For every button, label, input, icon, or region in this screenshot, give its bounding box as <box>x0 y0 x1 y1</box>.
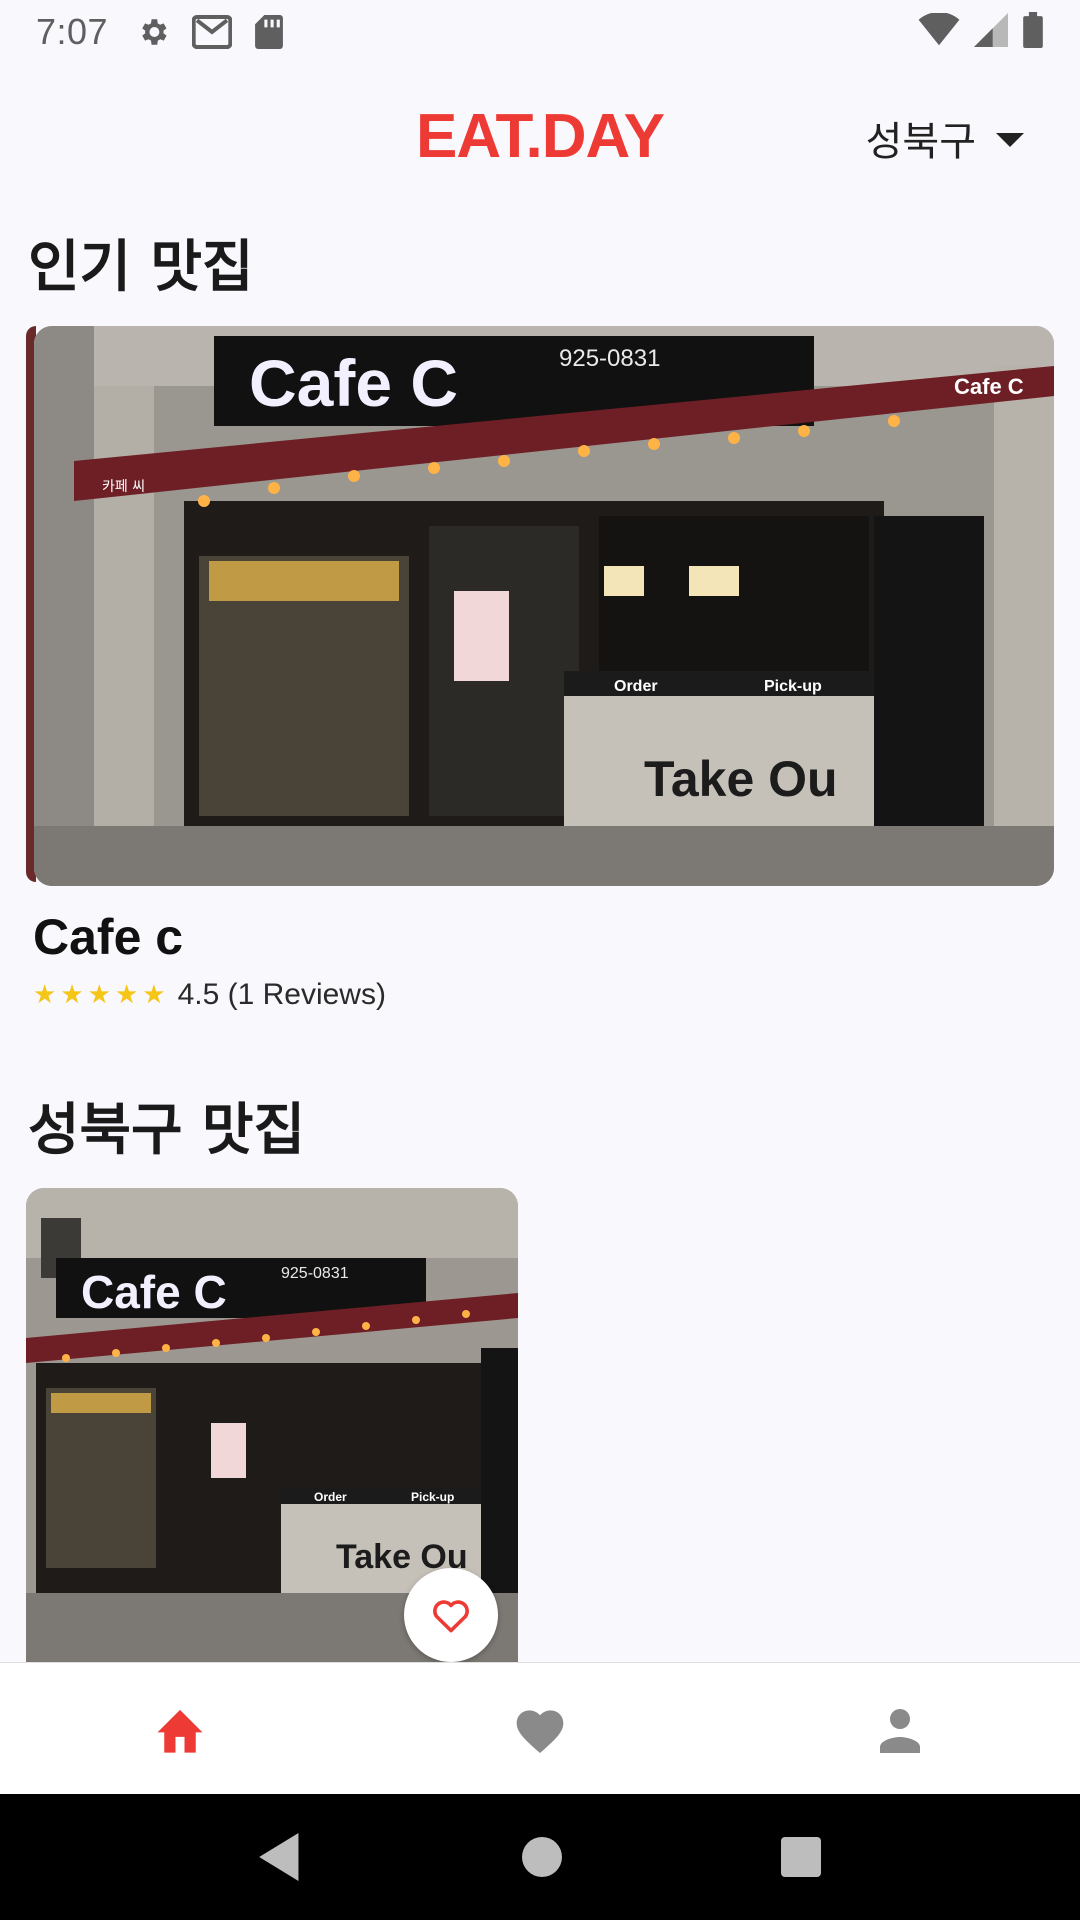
heart-outline-icon <box>433 1600 469 1633</box>
status-bar: 7:07 <box>0 0 1080 63</box>
cell-signal-icon <box>974 13 1008 47</box>
wifi-icon <box>918 13 960 46</box>
rating-stars: ★ ★ ★ ★ ★ <box>33 982 166 1008</box>
recents-icon[interactable] <box>780 1837 821 1877</box>
wall-text: Take Ou <box>644 751 838 807</box>
status-system-icons <box>918 12 1044 48</box>
sign-phone: 925-0831 <box>559 345 660 372</box>
local-section-title: 성북구 맛집 <box>28 1098 306 1163</box>
status-time: 7:07 <box>36 10 109 52</box>
window-label-order: Order <box>614 678 658 695</box>
status-notification-icons <box>136 14 284 49</box>
region-dropdown[interactable]: 성북구 <box>866 109 1024 167</box>
star-icon: ★ <box>33 980 57 1010</box>
sd-card-icon <box>255 14 283 49</box>
sign-cafe-c: Cafe C <box>81 1266 227 1318</box>
nav-profile[interactable] <box>720 1663 1080 1794</box>
nav-favorites[interactable] <box>360 1663 720 1794</box>
app-bar: EAT.DAY 성북구 <box>0 63 1080 208</box>
back-icon[interactable] <box>259 1833 303 1881</box>
window-label-order: Order <box>314 1490 347 1504</box>
storefront-image: Cafe C 925-0831 카페 씨 Cafe C Order Pick-u… <box>34 326 1054 886</box>
favorite-button[interactable] <box>404 1568 498 1662</box>
star-icon: ★ <box>60 980 84 1010</box>
bottom-navigation <box>0 1662 1080 1794</box>
sign-cafe-c: Cafe C <box>249 346 458 420</box>
star-icon: ★ <box>87 980 111 1010</box>
system-navigation-bar <box>0 1794 1080 1920</box>
rating-row: ★ ★ ★ ★ ★ 4.5 (1 Reviews) <box>33 978 386 1012</box>
sign-phone: 925-0831 <box>281 1265 349 1282</box>
gmail-icon <box>192 14 233 49</box>
nav-home[interactable] <box>0 1663 360 1794</box>
window-label-pickup: Pick-up <box>764 678 822 695</box>
home-circle-icon[interactable] <box>521 1837 562 1877</box>
gear-icon <box>142 18 167 45</box>
popular-restaurant-photo[interactable]: Cafe C 925-0831 카페 씨 Cafe C Order Pick-u… <box>34 326 1054 886</box>
home-icon <box>157 1709 203 1753</box>
small-sign: 카페 씨 <box>102 479 145 495</box>
battery-icon <box>1023 12 1043 48</box>
heart-icon <box>516 1709 564 1753</box>
window-label-pickup: Pick-up <box>411 1490 454 1504</box>
chevron-down-icon <box>996 133 1024 147</box>
person-icon <box>880 1708 920 1753</box>
awning-sign: Cafe C <box>954 374 1024 399</box>
popular-section-title: 인기 맛집 <box>28 235 254 300</box>
rating-text: 4.5 (1 Reviews) <box>177 978 386 1011</box>
star-icon: ★ <box>142 980 166 1010</box>
popular-restaurant-name[interactable]: Cafe c <box>33 908 183 966</box>
region-label: 성북구 <box>865 119 976 165</box>
star-icon: ★ <box>114 980 139 1010</box>
